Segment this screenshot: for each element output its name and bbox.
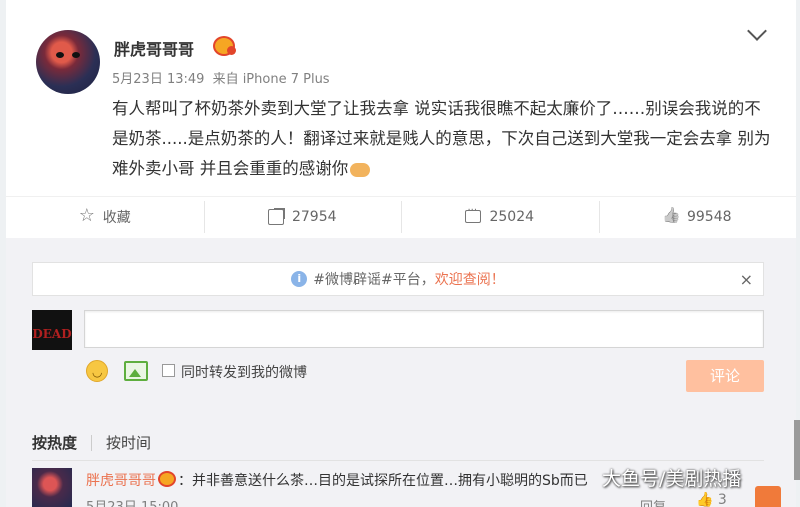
image-upload-icon[interactable] (124, 361, 148, 381)
scrollbar[interactable] (794, 420, 800, 480)
chevron-down-icon[interactable] (747, 21, 767, 41)
like-button[interactable]: 99548 (598, 197, 797, 236)
comment-reply-button[interactable]: 回复 (640, 496, 666, 507)
user-avatar[interactable] (36, 30, 100, 94)
side-float-icon[interactable] (755, 486, 781, 507)
post-text: 有人帮叫了杯奶茶外卖到大堂了让我去拿 说实话我很瞧不起太廉价了……别误会我说的不… (112, 99, 771, 178)
emoji-icon[interactable] (86, 360, 108, 382)
comment-content: 胖虎哥哥哥 ：并非善意送什么茶…目的是试探所在位置…拥有小聪明的Sb而已 (86, 470, 588, 490)
comment-sort-bar: 按热度 按时间 (32, 432, 151, 453)
repost-count: 27954 (291, 208, 337, 225)
comment-username[interactable]: 胖虎哥哥哥 (86, 473, 156, 489)
member-badge-icon (158, 471, 176, 487)
post-username[interactable]: 胖虎哥哥哥 (114, 36, 194, 60)
post-meta: 5月23日 13:49 来自 iPhone 7 Plus (112, 68, 334, 87)
watermark: 大鱼号/美剧热播 (602, 468, 742, 490)
repost-icon (267, 207, 285, 225)
thumbs-up-icon: 👍 (696, 492, 718, 507)
close-icon[interactable]: × (740, 270, 753, 289)
star-icon (79, 205, 95, 226)
comment-like-count: 3 (717, 492, 727, 507)
post-source: 来自 iPhone 7 Plus (212, 72, 330, 87)
thumbs-up-icon (663, 209, 679, 225)
member-badge-icon (213, 36, 236, 56)
rumor-notice-banner: i #微博辟谣#平台， 欢迎查阅！ × (32, 262, 764, 296)
notice-text: #微博辟谣#平台， (313, 272, 435, 288)
notice-link[interactable]: 欢迎查阅！ (435, 269, 505, 289)
my-avatar[interactable]: DEAD (32, 310, 72, 350)
submit-comment-button[interactable]: 评论 (686, 360, 764, 392)
comment-date: 5月23日 15:00 (86, 496, 178, 507)
comment-button[interactable]: 25024 (401, 197, 599, 236)
info-icon: i (291, 271, 308, 287)
comment-like-button[interactable]: 👍 3 (696, 492, 727, 507)
comment-section: i #微博辟谣#平台， 欢迎查阅！ × DEAD 同时转发到我的微博 评论 按热… (6, 238, 796, 507)
like-count: 99548 (686, 208, 732, 225)
favorite-label: 收藏 (102, 209, 131, 226)
comment-avatar[interactable] (32, 468, 72, 507)
comment-count: 25024 (489, 208, 535, 225)
sort-by-hot-tab[interactable]: 按热度 (32, 432, 77, 453)
forward-label[interactable]: 同时转发到我的微博 (181, 362, 307, 382)
comment-icon (465, 205, 482, 223)
post-action-bar: 收藏 27954 25024 99548 (6, 196, 796, 236)
post-date[interactable]: 5月23日 13:49 (112, 72, 204, 87)
handshake-emoji-icon (350, 162, 371, 177)
sort-divider (91, 434, 93, 451)
post-body: 有人帮叫了杯奶茶外卖到大堂了让我去拿 说实话我很瞧不起太廉价了……别误会我说的不… (112, 94, 772, 184)
favorite-button[interactable]: 收藏 (6, 197, 204, 236)
comment-input[interactable] (84, 310, 764, 348)
forward-checkbox[interactable] (162, 364, 175, 377)
comment-text: ：并非善意送什么茶…目的是试探所在位置…拥有小聪明的Sb而已 (178, 473, 588, 489)
sort-by-time-tab[interactable]: 按时间 (106, 432, 151, 453)
weibo-post-card: 胖虎哥哥哥 5月23日 13:49 来自 iPhone 7 Plus 有人帮叫了… (6, 0, 796, 507)
repost-button[interactable]: 27954 (203, 197, 402, 236)
comment-divider (32, 460, 764, 461)
